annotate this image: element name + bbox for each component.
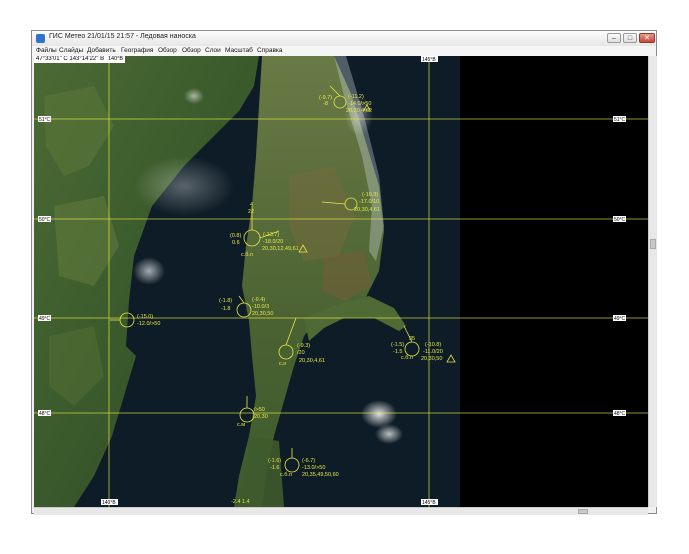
s8-bottom: с.м xyxy=(237,422,245,428)
s1-line-1: -14.0/>50 xyxy=(348,101,371,107)
lat-label-50-right: 50°С xyxy=(614,217,626,223)
cloud xyxy=(361,400,397,428)
map-svg[interactable]: 51°С 51°С 50°С 50°С 49°С 49°С 48°С 48°С … xyxy=(34,56,648,507)
s5-line-2: 20,30,50 xyxy=(252,311,273,317)
s5-left-0: (-1.8) xyxy=(219,298,232,304)
no-data-area xyxy=(460,56,648,507)
menu-geography[interactable]: География xyxy=(121,47,153,54)
s1-line-0: (-11.2) xyxy=(348,94,364,100)
lat-label-50-left: 50°С xyxy=(39,217,51,223)
menu-bar: Файлы Слайды Добавить География Обзор Об… xyxy=(32,46,656,56)
s6-bottom: с.н xyxy=(279,361,286,367)
s6-line-0: (-9.3) xyxy=(297,343,310,349)
lat-label-49-left: 49°С xyxy=(39,316,51,322)
s6-line-1: /20 xyxy=(297,350,305,356)
s3-line-2: 20,30,12,49,61 xyxy=(262,246,299,252)
s9-line-0: (-6.7) xyxy=(302,458,315,464)
menu-help[interactable]: Справка xyxy=(257,47,283,54)
menu-files[interactable]: Файлы xyxy=(36,47,57,54)
s2-line-0: (-10.3) xyxy=(362,192,378,198)
menu-layers[interactable]: Слои xyxy=(205,47,221,54)
s7-line-0: (-10.8) xyxy=(425,342,441,348)
vertical-scroll-thumb[interactable] xyxy=(650,239,656,249)
menu-slides[interactable]: Слайды xyxy=(59,47,83,54)
s7-line-2: 20,30,50 xyxy=(421,356,442,362)
lat-label-49-right: 49°С xyxy=(614,316,626,322)
map-canvas[interactable]: 51°С 51°С 50°С 50°С 49°С 49°С 48°С 48°С … xyxy=(34,56,648,507)
menu-overview[interactable]: Обзор xyxy=(158,47,177,54)
menu-add[interactable]: Добавить xyxy=(87,47,116,54)
lat-label-51-right: 51°С xyxy=(614,117,626,123)
cloud xyxy=(133,257,165,285)
maximize-button[interactable]: □ xyxy=(623,33,637,43)
s4-line-0: (-15.0) xyxy=(137,314,153,320)
s3-left-0: (0.8) xyxy=(230,233,241,239)
s3-left-1: 0.6 xyxy=(232,240,240,246)
s5-line-1: -10.0/3 xyxy=(252,304,269,310)
lon-label-140: 140°В xyxy=(102,500,116,506)
horizontal-scroll-thumb[interactable] xyxy=(578,509,588,514)
s3-top-0: 4 xyxy=(250,202,253,208)
lat-label-51-left: 51°С xyxy=(39,117,51,123)
menu-overview-2[interactable]: Обзор xyxy=(182,47,201,54)
cloud xyxy=(184,88,204,104)
s4-line-1: -12.0/>50 xyxy=(137,321,160,327)
s5-line-0: (-9.4) xyxy=(252,297,265,303)
s9-bottom: с.б.п xyxy=(280,472,292,478)
s7-top: 35 xyxy=(409,336,415,342)
minimize-button[interactable]: – xyxy=(607,33,621,43)
horizontal-scrollbar[interactable] xyxy=(34,507,648,515)
s2-line-1: -17.0/10 xyxy=(359,199,379,205)
s3-bottom: с.б.п xyxy=(241,252,253,258)
lat-label-48-right: 48°С xyxy=(614,411,626,417)
cloud xyxy=(134,156,234,216)
lon-tag: 140°В xyxy=(106,56,126,63)
s7-line-1: -11.0/20 xyxy=(423,349,443,355)
s9-line-1: -13.0/>50 xyxy=(302,465,325,471)
s8-line-0: />50 xyxy=(254,407,265,413)
cursor-coordinates: 47°33'01" С 143°14'22" В xyxy=(34,56,107,63)
close-button[interactable]: ✕ xyxy=(639,33,655,43)
lat-label-48-left: 48°С xyxy=(39,411,51,417)
lon-label-145-top: 145°В xyxy=(422,57,436,63)
s9-line-2: 20,35,49,50,60 xyxy=(302,472,339,478)
menu-scale[interactable]: Масштаб xyxy=(225,47,253,54)
s3-line-0: (-13.7) xyxy=(263,232,279,238)
title-bar[interactable]: ГИС Метео 21/01/15 21:57 - Ледовая нанос… xyxy=(32,31,656,46)
s1-line-2: 20,30,4,62 xyxy=(346,108,372,114)
window-title: ГИС Метео 21/01/15 21:57 - Ледовая нанос… xyxy=(49,33,196,40)
cloud xyxy=(375,424,403,444)
s8-line-1: 20,30 xyxy=(254,414,268,420)
s3-top-1: 22 xyxy=(248,209,254,215)
app-icon xyxy=(36,34,45,43)
app-window: ГИС Метео 21/01/15 21:57 - Ледовая нанос… xyxy=(31,30,657,515)
s9-left-1: -1.6 xyxy=(270,465,279,471)
s10-line-0: -2.4 1.4 xyxy=(231,499,250,505)
s1-left-1: -8 xyxy=(323,101,328,107)
lon-label-145-bottom: 145°В xyxy=(422,500,436,506)
s6-line-2: 20,30,4,61 xyxy=(299,358,325,364)
s5-left-1: -1.8 xyxy=(221,306,230,312)
s7-bottom: с.б.п xyxy=(401,355,413,361)
s2-line-2: 20,30,4,61 xyxy=(354,207,380,213)
s7-left-0: (-1.5) xyxy=(391,342,404,348)
vertical-scrollbar[interactable] xyxy=(648,56,657,507)
s3-line-1: -18.0/20 xyxy=(263,239,283,245)
s9-left-0: (-1.6) xyxy=(268,458,281,464)
